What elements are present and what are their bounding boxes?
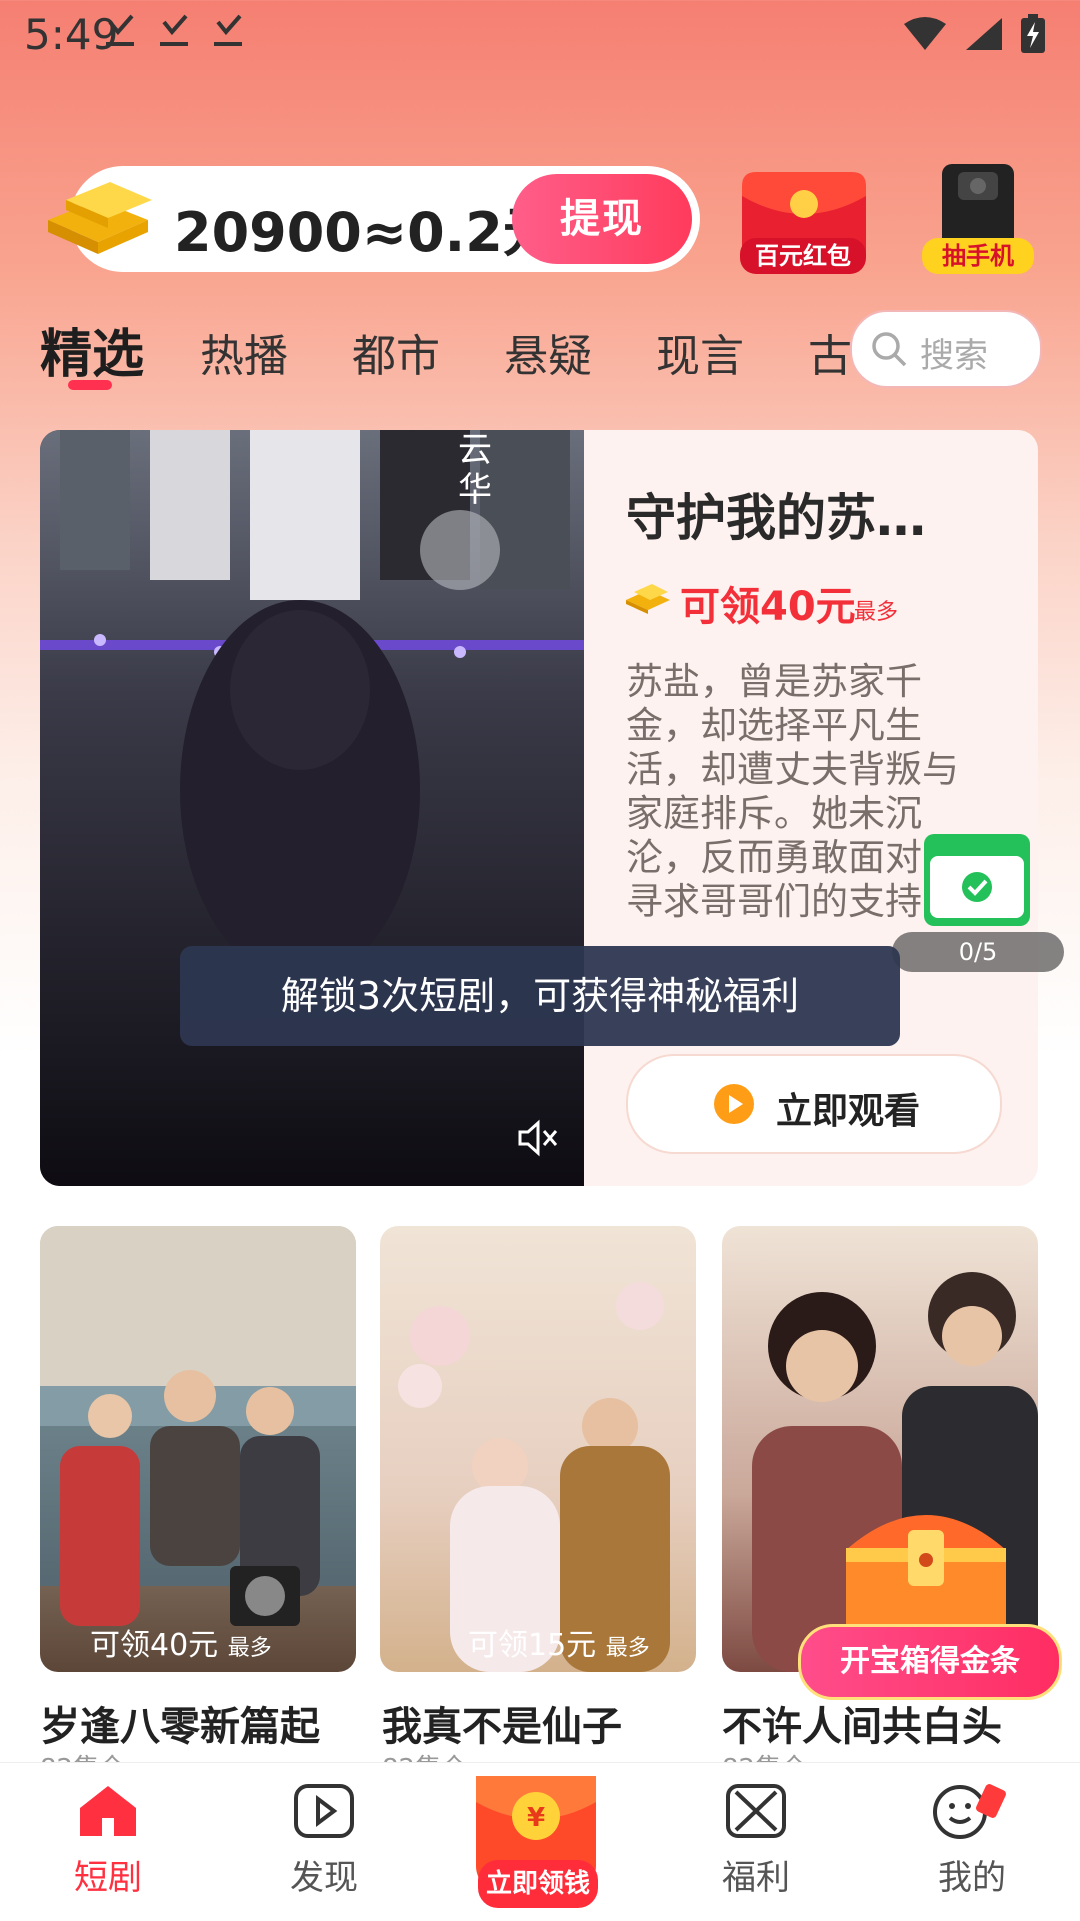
play-icon [712,1082,756,1130]
play-square-icon [292,1784,356,1844]
card-reward: 可领40元 最多 [90,1628,272,1663]
wifi-icon [902,16,948,56]
treasure-chest-icon[interactable] [836,1490,1016,1644]
gold-bars-icon [38,170,160,260]
svg-text:¥: ¥ [527,1803,545,1833]
tab-ancient[interactable]: 古 [808,320,850,384]
nav-discover[interactable]: 发现 [254,1782,394,1899]
nav-welfare[interactable]: 福利 [686,1782,826,1899]
featured-reward: 可领40元 [680,584,856,630]
active-tab-indicator [68,380,112,390]
category-tabs: 精选 热播 都市 悬疑 现言 古 [40,300,850,400]
open-treasure-button[interactable]: 开宝箱得金条 [798,1624,1062,1700]
battery-charging-icon [1020,14,1046,58]
nav-label: 发现 [290,1858,358,1898]
card-reward: 可领15元 最多 [468,1628,650,1663]
nav-label: 短剧 [74,1858,142,1898]
tab-hot[interactable]: 热播 [200,320,288,384]
card-title[interactable]: 我真不是仙子 [382,1694,622,1752]
nav-label: 福利 [722,1858,790,1898]
unlock-toast: 解锁3次短剧，可获得神秘福利 [180,946,900,1046]
phone-prize-label[interactable]: 抽手机 [922,238,1034,274]
drama-card[interactable] [40,1226,356,1672]
claim-money-button[interactable]: 立即领钱 [478,1860,598,1908]
gift-grid-icon [724,1784,788,1844]
checkin-calendar-face [930,856,1024,918]
search-icon [870,330,908,372]
drama-card[interactable] [380,1226,696,1672]
smiley-icon [930,1784,1014,1844]
coin-balance-text: 20900≈0.2元 [174,201,557,264]
nav-short-drama[interactable]: 短剧 [38,1782,178,1899]
withdraw-button[interactable]: 提现 [512,174,692,264]
red-packet-label[interactable]: 百元红包 [740,238,866,274]
download-done-icon [158,12,190,57]
status-bar: 5:49 [0,0,1080,80]
featured-reward-suffix: 最多 [854,600,899,625]
checkin-progress: 0/5 [892,932,1064,972]
tab-featured[interactable]: 精选 [40,312,144,387]
watch-now-label[interactable]: 立即观看 [776,1082,920,1134]
nav-mine[interactable]: 我的 [902,1782,1042,1899]
card-title[interactable]: 岁逢八零新篇起 [40,1694,320,1752]
video-overlay-text: 云华 [458,430,492,510]
tab-urban[interactable]: 都市 [352,320,440,384]
download-done-icon [212,12,244,57]
search-placeholder: 搜索 [920,336,988,376]
signal-icon [964,16,1004,56]
featured-video-player[interactable]: 云华 [40,430,584,1186]
nav-label: 我的 [938,1858,1006,1898]
card-title[interactable]: 不许人间共白头 [722,1694,1002,1752]
featured-title[interactable]: 守护我的苏… [626,478,926,550]
home-icon [76,1786,140,1844]
gold-bar-icon [624,580,672,620]
mute-icon[interactable] [516,1118,560,1162]
tab-romance[interactable]: 现言 [656,320,744,384]
tab-suspense[interactable]: 悬疑 [504,320,592,384]
download-done-icon [104,12,136,57]
